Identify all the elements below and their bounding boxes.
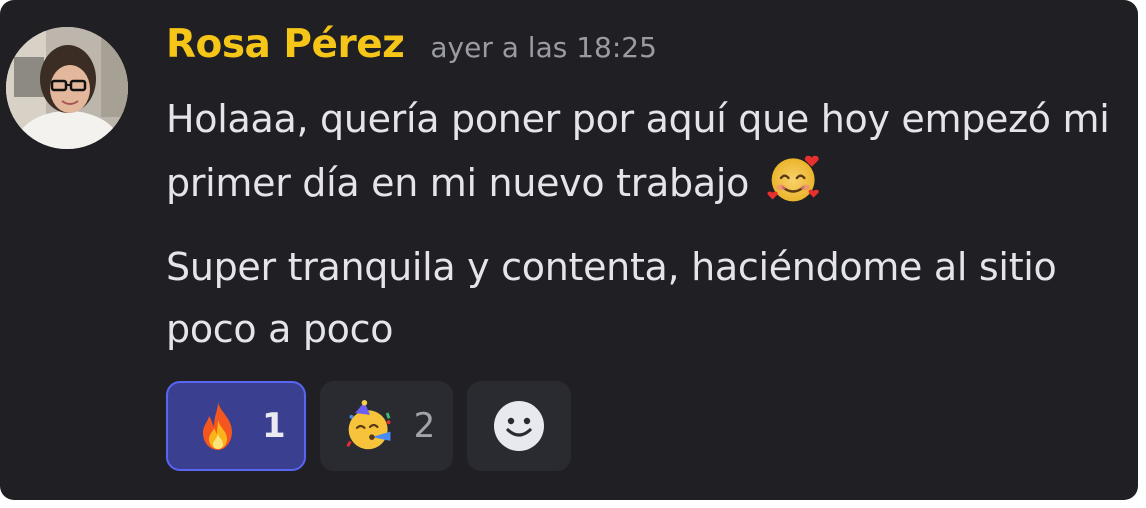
message-paragraph: Holaaa, quería poner por aquí que hoy em… — [166, 88, 1131, 214]
avatar-photo — [6, 27, 128, 149]
avatar[interactable] — [6, 27, 128, 149]
smiling-face-with-hearts-icon — [767, 155, 819, 202]
reaction-count: 1 — [262, 406, 286, 446]
author-name[interactable]: Rosa Pérez — [166, 22, 405, 67]
message-text: Holaaa, quería poner por aquí que hoy em… — [166, 97, 1110, 205]
reactions-bar: 1 2 — [166, 381, 572, 471]
reaction-count: 2 — [413, 406, 436, 446]
partying-face-icon — [346, 400, 391, 450]
message-timestamp: ayer a las 18:25 — [430, 31, 657, 64]
add-reaction-smiley-icon — [494, 401, 545, 451]
reaction-fire[interactable]: 1 — [166, 381, 306, 471]
message-paragraph: Super tranquila y contenta, haciéndome a… — [166, 236, 1131, 360]
chat-message: Rosa Pérez ayer a las 18:25 Holaaa, quer… — [0, 0, 1138, 500]
add-reaction-button[interactable] — [467, 381, 572, 471]
fire-icon — [203, 402, 232, 450]
reaction-partying-face[interactable]: 2 — [319, 381, 454, 471]
message-header: Rosa Pérez ayer a las 18:25 — [166, 22, 657, 67]
message-text: Super tranquila y contenta, haciéndome a… — [166, 245, 1057, 351]
